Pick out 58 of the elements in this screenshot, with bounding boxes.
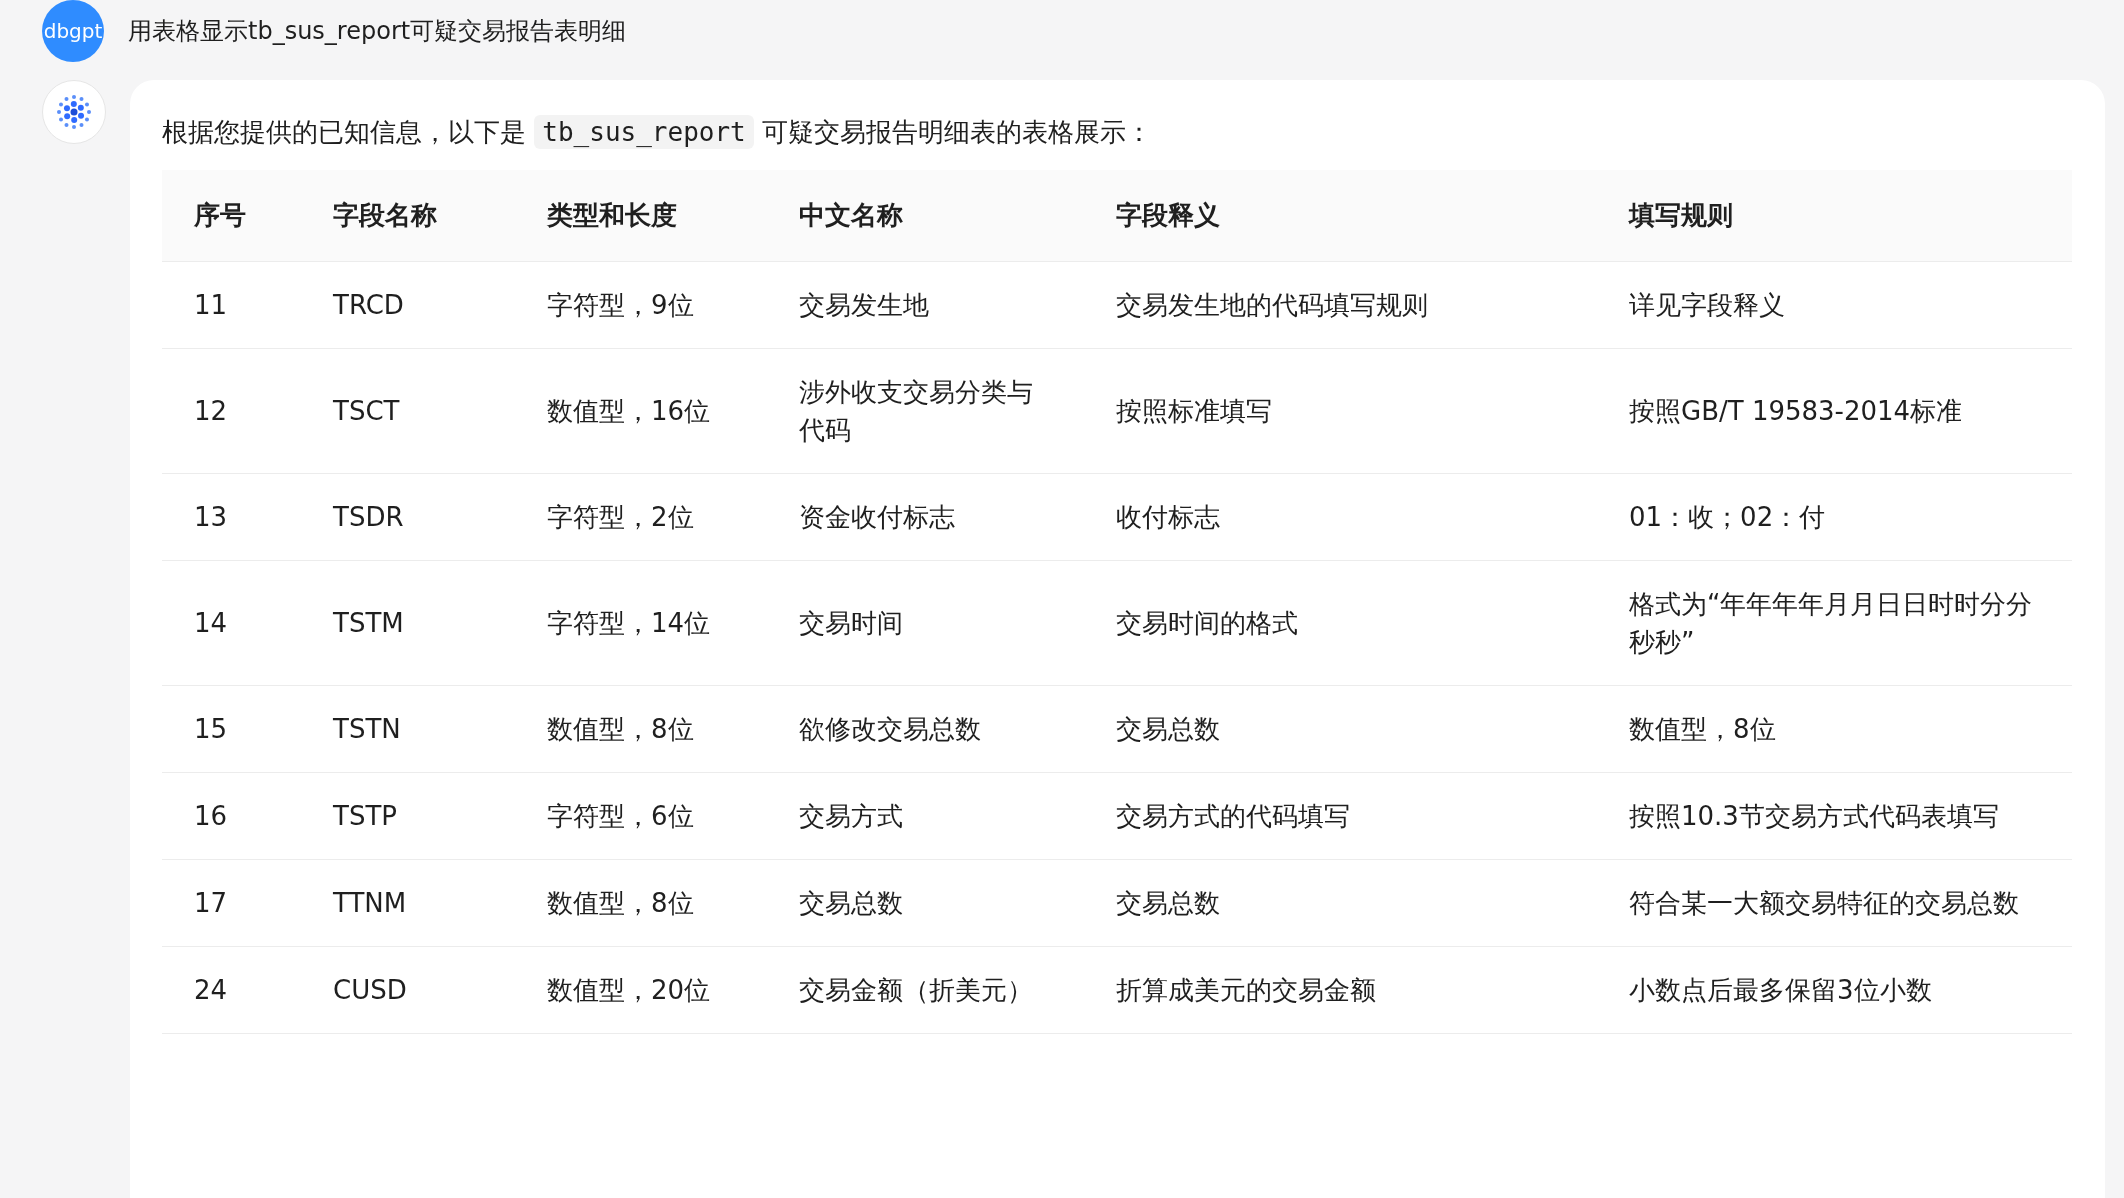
table-cell: 数值型，8位 xyxy=(515,859,767,947)
user-message: 用表格显示tb_sus_report可疑交易报告表明细 xyxy=(128,16,627,47)
table-cell: 交易方式 xyxy=(767,772,1084,860)
dots-logo-icon xyxy=(54,92,94,132)
table-cell: 涉外收支交易分类与代码 xyxy=(767,348,1084,474)
table-cell: TSTP xyxy=(301,772,515,860)
table-cell: 欲修改交易总数 xyxy=(767,685,1084,773)
table-cell: 12 xyxy=(162,348,301,474)
table-cell: 数值型，20位 xyxy=(515,946,767,1034)
column-header: 字段名称 xyxy=(301,170,515,262)
table-cell: 交易时间的格式 xyxy=(1084,560,1597,686)
table-cell: TRCD xyxy=(301,261,515,349)
table-cell: 按照标准填写 xyxy=(1084,348,1597,474)
intro-text: 根据您提供的已知信息，以下是 tb_sus_report 可疑交易报告明细表的表格展示： xyxy=(162,114,1154,151)
table-cell: 详见字段释义 xyxy=(1597,261,2072,349)
table-cell: TSTN xyxy=(301,685,515,773)
column-header: 中文名称 xyxy=(767,170,1084,262)
table-cell: TSCT xyxy=(301,348,515,474)
table-cell: TSDR xyxy=(301,473,515,561)
table-cell: 交易总数 xyxy=(1084,685,1597,773)
table-cell: 小数点后最多保留3位小数 xyxy=(1597,946,2072,1034)
table-cell: 交易发生地 xyxy=(767,261,1084,349)
table-cell: 交易发生地的代码填写规则 xyxy=(1084,261,1597,349)
table-cell: 收付标志 xyxy=(1084,473,1597,561)
table-cell: 数值型，8位 xyxy=(1597,685,2072,773)
table-cell: 11 xyxy=(162,261,301,349)
table-cell: 符合某一大额交易特征的交易总数 xyxy=(1597,859,2072,947)
table-cell: 01：收；02：付 xyxy=(1597,473,2072,561)
user-avatar: dbgpt xyxy=(42,0,104,62)
table-cell: 交易总数 xyxy=(1084,859,1597,947)
table-cell: 数值型，16位 xyxy=(515,348,767,474)
table-cell: 资金收付标志 xyxy=(767,473,1084,561)
table-cell: 14 xyxy=(162,560,301,686)
table-cell: 15 xyxy=(162,685,301,773)
table-cell: 13 xyxy=(162,473,301,561)
column-header: 填写规则 xyxy=(1597,170,2072,262)
table-cell: 字符型，9位 xyxy=(515,261,767,349)
table-cell: 24 xyxy=(162,946,301,1034)
table-cell: 17 xyxy=(162,859,301,947)
table-cell: 16 xyxy=(162,772,301,860)
table-cell: 交易方式的代码填写 xyxy=(1084,772,1597,860)
table-cell: 格式为“年年年年月月日日时时分分秒秒” xyxy=(1597,560,2072,686)
table-cell: CUSD xyxy=(301,946,515,1034)
table-cell: 按照10.3节交易方式代码表填写 xyxy=(1597,772,2072,860)
table-cell: TSTM xyxy=(301,560,515,686)
table-cell: 字符型，2位 xyxy=(515,473,767,561)
table-cell: TTNM xyxy=(301,859,515,947)
table-cell: 交易时间 xyxy=(767,560,1084,686)
table-cell: 字符型，6位 xyxy=(515,772,767,860)
column-header: 序号 xyxy=(162,170,301,262)
table-cell: 交易总数 xyxy=(767,859,1084,947)
table-cell: 按照GB/T 19583-2014标准 xyxy=(1597,348,2072,474)
column-header: 字段释义 xyxy=(1084,170,1597,262)
column-header: 类型和长度 xyxy=(515,170,767,262)
table-cell: 交易金额（折美元） xyxy=(767,946,1084,1034)
table-cell: 折算成美元的交易金额 xyxy=(1084,946,1597,1034)
table-cell: 字符型，14位 xyxy=(515,560,767,686)
table-cell: 数值型，8位 xyxy=(515,685,767,773)
